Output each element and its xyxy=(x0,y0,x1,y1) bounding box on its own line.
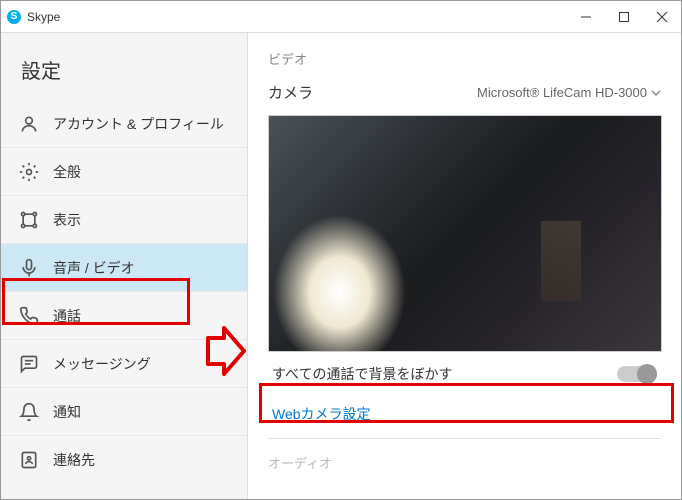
chevron-down-icon xyxy=(651,88,661,98)
audio-section-label: オーディオ xyxy=(268,453,661,472)
sidebar-item-audio-video[interactable]: 音声 / ビデオ xyxy=(1,244,247,292)
video-section-label: ビデオ xyxy=(268,49,661,68)
maximize-button[interactable] xyxy=(605,1,643,33)
camera-row: カメラ Microsoft® LifeCam HD-3000 xyxy=(268,82,661,103)
paint-icon xyxy=(19,210,39,230)
sidebar-item-label: 全般 xyxy=(53,162,81,182)
annotation-arrow-icon xyxy=(206,326,246,376)
titlebar-left: S Skype xyxy=(1,10,60,24)
phone-icon xyxy=(19,306,39,326)
bell-icon xyxy=(19,402,39,422)
close-button[interactable] xyxy=(643,1,681,33)
sidebar-item-label: 音声 / ビデオ xyxy=(53,258,135,278)
webcam-settings-link[interactable]: Webカメラ設定 xyxy=(268,396,661,439)
blur-background-row: すべての通話で背景をぼかす xyxy=(268,352,661,396)
skype-icon: S xyxy=(7,10,21,24)
gear-icon xyxy=(19,162,39,182)
main-panel: ビデオ カメラ Microsoft® LifeCam HD-3000 すべての通… xyxy=(248,33,681,499)
sidebar-item-display[interactable]: 表示 xyxy=(1,196,247,244)
sidebar-item-contacts[interactable]: 連絡先 xyxy=(1,436,247,484)
sidebar-item-label: 通知 xyxy=(53,402,81,422)
sidebar-item-notification[interactable]: 通知 xyxy=(1,388,247,436)
chat-icon xyxy=(19,354,39,374)
blur-background-toggle[interactable] xyxy=(617,366,657,382)
sidebar-item-label: 連絡先 xyxy=(53,450,95,470)
blur-background-label: すべての通話で背景をぼかす xyxy=(272,364,452,384)
camera-value: Microsoft® LifeCam HD-3000 xyxy=(477,85,647,100)
sidebar-item-account[interactable]: アカウント & プロフィール xyxy=(1,100,247,148)
person-icon xyxy=(19,114,39,134)
window-controls xyxy=(567,1,681,33)
sidebar-item-label: メッセージング xyxy=(53,354,151,374)
content: 設定 アカウント & プロフィール 全般 表示 音声 / xyxy=(1,33,681,499)
contacts-icon xyxy=(19,450,39,470)
camera-selector[interactable]: Microsoft® LifeCam HD-3000 xyxy=(477,85,661,100)
sidebar-item-label: 表示 xyxy=(53,210,81,230)
sidebar-item-general[interactable]: 全般 xyxy=(1,148,247,196)
settings-title: 設定 xyxy=(1,33,247,100)
camera-preview xyxy=(268,115,662,352)
camera-label: カメラ xyxy=(268,82,313,103)
app-title: Skype xyxy=(27,10,60,24)
mic-icon xyxy=(19,258,39,278)
sidebar: 設定 アカウント & プロフィール 全般 表示 音声 / xyxy=(1,33,248,499)
minimize-button[interactable] xyxy=(567,1,605,33)
sidebar-item-label: 通話 xyxy=(53,306,81,326)
titlebar: S Skype xyxy=(1,1,681,33)
sidebar-item-label: アカウント & プロフィール xyxy=(53,114,224,134)
